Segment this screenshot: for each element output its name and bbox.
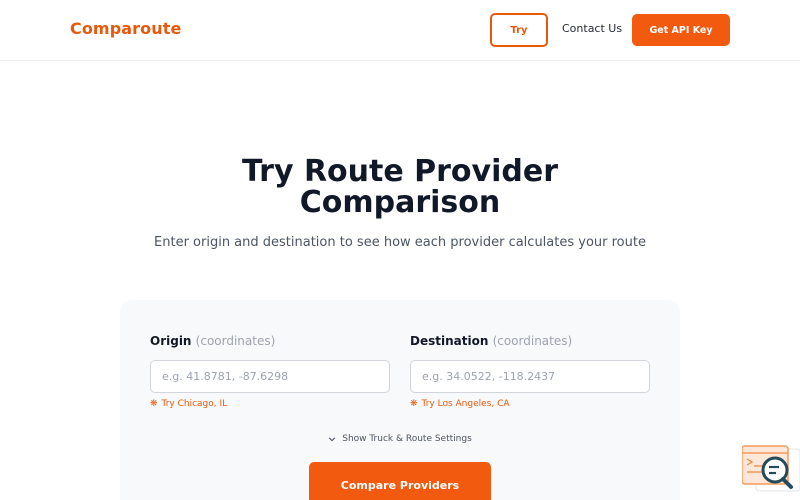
- destination-label-hint: (coordinates): [492, 334, 573, 348]
- page-subtitle: Enter origin and destination to see how …: [154, 235, 646, 250]
- origin-label: Origin (coordinates): [150, 334, 275, 348]
- get-api-key-button[interactable]: Get API Key: [632, 14, 730, 46]
- destination-label: Destination (coordinates): [410, 334, 572, 348]
- contact-us-link[interactable]: Contact Us: [562, 22, 622, 35]
- try-chicago-link[interactable]: ❋ Try Chicago, IL: [150, 399, 227, 409]
- destination-label-text: Destination: [410, 334, 489, 348]
- page-title: Try Route Provider Comparison: [0, 156, 800, 218]
- sparkle-icon: ❋: [410, 399, 418, 409]
- origin-input[interactable]: [150, 360, 390, 393]
- sparkle-icon: ❋: [150, 399, 158, 409]
- try-chicago-text: Try Chicago, IL: [161, 399, 228, 409]
- top-nav: Comparoute Try Contact Us Get API Key: [0, 0, 800, 61]
- truck-settings-toggle[interactable]: Show Truck & Route Settings: [0, 434, 800, 444]
- try-button[interactable]: Try: [490, 13, 548, 47]
- try-los-angeles-text: Try Los Angeles, CA: [421, 399, 510, 409]
- support-widget[interactable]: [741, 445, 800, 500]
- origin-label-hint: (coordinates): [195, 334, 276, 348]
- origin-label-text: Origin: [150, 334, 192, 348]
- logo[interactable]: Comparoute: [70, 19, 181, 38]
- compare-providers-button[interactable]: Compare Providers: [309, 462, 491, 500]
- page-title-line-1: Try Route Provider: [241, 154, 558, 189]
- destination-input[interactable]: [410, 360, 650, 393]
- truck-settings-label: Show Truck & Route Settings: [342, 434, 472, 444]
- try-los-angeles-link[interactable]: ❋ Try Los Angeles, CA: [410, 399, 510, 409]
- search-terminal-icon: [741, 445, 800, 492]
- chevron-down-icon: [329, 437, 336, 442]
- page-title-line-2: Comparison: [299, 185, 501, 220]
